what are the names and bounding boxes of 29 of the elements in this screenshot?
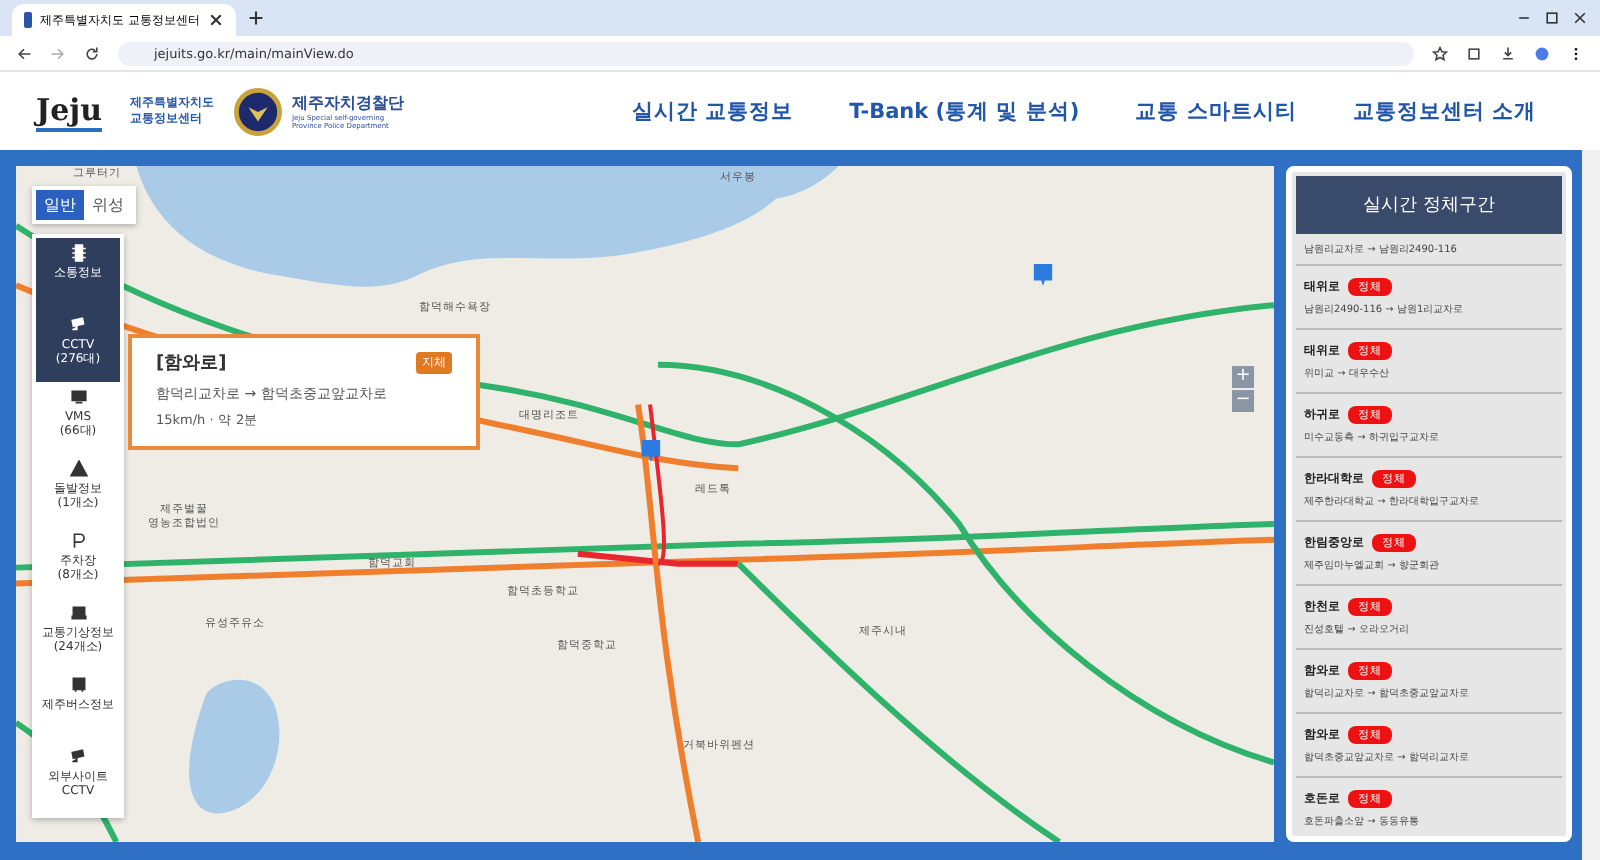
nav-link[interactable]: 교통 스마트시티 — [1135, 97, 1297, 125]
maximize-icon[interactable] — [1544, 10, 1560, 26]
bus-icon — [69, 676, 87, 694]
parking-icon — [69, 532, 87, 550]
panel-title: 실시간 정체구간 — [1296, 176, 1562, 234]
jeju-logo[interactable]: Jeju — [36, 91, 102, 131]
scrollbar[interactable] — [1582, 150, 1600, 860]
profile-icon[interactable] — [1534, 45, 1550, 61]
download-icon[interactable] — [1500, 45, 1516, 61]
reload-icon[interactable] — [84, 45, 100, 61]
close-icon[interactable] — [208, 12, 224, 28]
nav-link[interactable]: T-Bank (통계 및 분석) — [849, 97, 1080, 125]
police-name: 제주자치경찰단 — [291, 92, 404, 114]
map-type-tab[interactable]: 일반 — [36, 190, 84, 220]
cctv-marker-icon[interactable] — [640, 438, 662, 464]
nav-link[interactable]: 교통정보센터 소개 — [1352, 97, 1536, 125]
close-icon[interactable] — [1572, 10, 1588, 26]
camera-icon — [69, 316, 87, 334]
warning-icon — [69, 460, 87, 478]
road-name: [함와로] — [156, 352, 227, 376]
camera-icon — [69, 748, 87, 766]
back-arrow-icon[interactable] — [16, 45, 32, 61]
new-tab-icon[interactable] — [248, 10, 264, 26]
star-icon[interactable] — [1432, 45, 1448, 61]
site-favicon-icon — [24, 12, 33, 28]
nav-link[interactable]: 실시간 교통정보 — [631, 97, 794, 125]
cctv-marker-icon[interactable] — [1032, 262, 1054, 288]
monitor-icon — [69, 388, 87, 406]
police-emblem-icon — [233, 87, 282, 135]
